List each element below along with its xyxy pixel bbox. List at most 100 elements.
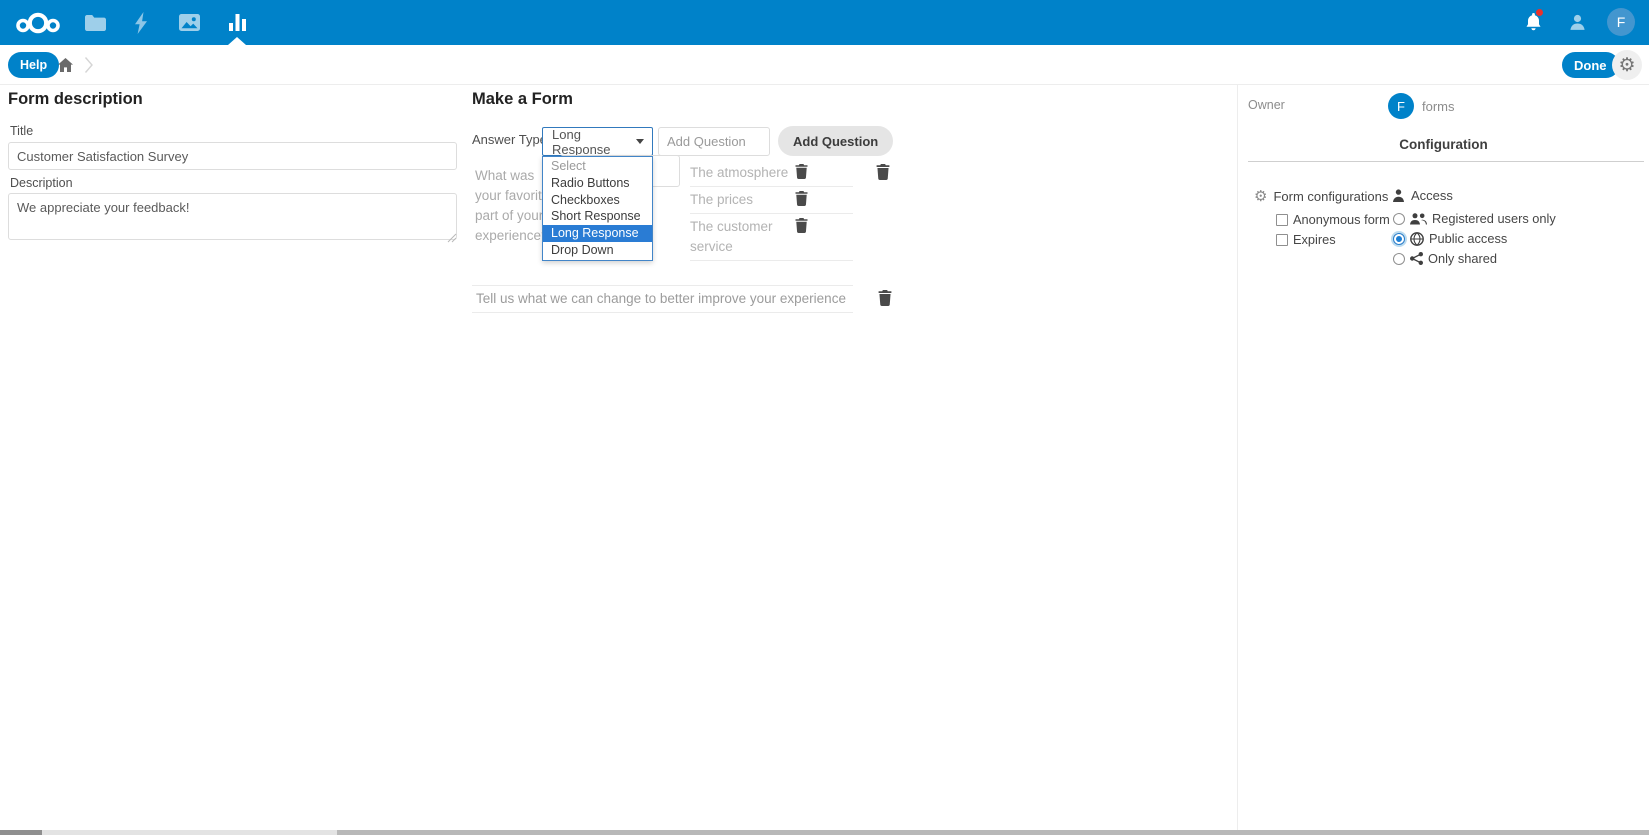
dropdown-option-drop-down[interactable]: Drop Down bbox=[543, 242, 652, 259]
question-2-row: Tell us what we can change to better imp… bbox=[472, 285, 853, 313]
registered-users-label: Registered users only bbox=[1432, 211, 1556, 226]
scrollbar-segment[interactable] bbox=[0, 830, 42, 835]
dropdown-option-radio-buttons[interactable]: Radio Buttons bbox=[543, 175, 652, 192]
person-icon bbox=[1392, 189, 1405, 202]
nextcloud-logo-icon bbox=[15, 10, 61, 36]
bar-chart-icon bbox=[229, 14, 246, 31]
public-access-label: Public access bbox=[1429, 231, 1507, 246]
breadcrumb-chevron-icon bbox=[84, 56, 94, 79]
settings-button[interactable]: ⚙ bbox=[1612, 50, 1642, 80]
owner-avatar-initial: F bbox=[1397, 99, 1405, 114]
form-description-textarea[interactable]: We appreciate your feedback! bbox=[8, 193, 457, 240]
answer-row: The customer service bbox=[690, 214, 853, 261]
user-avatar[interactable]: F bbox=[1607, 8, 1635, 36]
people-icon bbox=[1410, 213, 1427, 225]
access-label: Access bbox=[1411, 188, 1453, 203]
expires-checkbox[interactable] bbox=[1276, 234, 1288, 246]
access-header: Access bbox=[1392, 188, 1453, 203]
answer-text: The prices bbox=[690, 190, 792, 210]
trash-icon bbox=[795, 218, 808, 233]
lightning-icon bbox=[134, 12, 148, 34]
answer-text: The customer service bbox=[690, 217, 792, 257]
form-title-input[interactable] bbox=[8, 142, 457, 170]
notifications-button[interactable] bbox=[1520, 0, 1546, 45]
contacts-person-icon bbox=[1568, 13, 1587, 32]
trash-icon bbox=[876, 164, 890, 180]
configuration-heading: Configuration bbox=[1238, 137, 1649, 152]
contacts-menu-button[interactable] bbox=[1564, 0, 1590, 45]
divider bbox=[1248, 161, 1644, 162]
owner-name: forms bbox=[1422, 99, 1455, 114]
owner-avatar: F bbox=[1388, 93, 1414, 119]
help-button-label: Help bbox=[20, 58, 47, 72]
trash-icon bbox=[795, 191, 808, 206]
only-shared-radio[interactable] bbox=[1393, 253, 1405, 265]
public-access-radio[interactable] bbox=[1393, 233, 1405, 245]
done-button-label: Done bbox=[1574, 58, 1607, 73]
form-description-heading: Form description bbox=[8, 90, 143, 109]
answer-type-dropdown-list: Select Radio Buttons Checkboxes Short Re… bbox=[542, 156, 653, 261]
gear-icon: ⚙ bbox=[1254, 189, 1267, 204]
scrollbar-track bbox=[42, 830, 337, 835]
app-window: F Help Done ⚙ Form description Title Des… bbox=[0, 0, 1649, 835]
title-label: Title bbox=[10, 124, 33, 138]
breadcrumb-home-button[interactable] bbox=[58, 58, 73, 77]
answer-row: The atmosphere bbox=[690, 160, 853, 187]
answer-row: The prices bbox=[690, 187, 853, 214]
registered-users-radio[interactable] bbox=[1393, 213, 1405, 225]
textarea-resize-grip[interactable] bbox=[447, 230, 457, 248]
delete-question-1-button[interactable] bbox=[876, 164, 890, 180]
question-1-answers-list: The atmosphere The prices The customer s… bbox=[690, 160, 853, 261]
only-shared-option[interactable]: Only shared bbox=[1393, 251, 1497, 266]
app-activity[interactable] bbox=[129, 0, 153, 45]
active-app-indicator bbox=[228, 37, 246, 45]
answer-type-selected-value: Long Response bbox=[543, 127, 636, 157]
image-icon bbox=[179, 14, 200, 31]
form-configurations-label: Form configurations bbox=[1273, 189, 1388, 204]
add-question-button[interactable]: Add Question bbox=[778, 126, 893, 156]
registered-users-option[interactable]: Registered users only bbox=[1393, 211, 1556, 226]
question-2-text: Tell us what we can change to better imp… bbox=[476, 291, 846, 306]
description-label: Description bbox=[10, 176, 73, 190]
add-question-input[interactable] bbox=[658, 127, 770, 156]
app-files[interactable] bbox=[82, 0, 108, 45]
secondary-toolbar: Help Done ⚙ bbox=[0, 45, 1649, 85]
public-access-option[interactable]: Public access bbox=[1393, 231, 1507, 246]
form-configurations-header: ⚙ Form configurations bbox=[1254, 189, 1388, 204]
scrollbar-thumb[interactable] bbox=[337, 830, 1649, 835]
app-gallery[interactable] bbox=[176, 0, 202, 45]
dropdown-option-select[interactable]: Select bbox=[543, 158, 652, 175]
dropdown-option-checkboxes[interactable]: Checkboxes bbox=[543, 192, 652, 209]
answer-text: The atmosphere bbox=[690, 163, 792, 183]
nextcloud-logo[interactable] bbox=[12, 0, 64, 45]
anonymous-form-option[interactable]: Anonymous form bbox=[1276, 212, 1390, 227]
expires-label: Expires bbox=[1293, 232, 1336, 247]
globe-icon bbox=[1410, 232, 1424, 246]
horizontal-scrollbar bbox=[0, 830, 1649, 835]
anonymous-form-label: Anonymous form bbox=[1293, 212, 1390, 227]
make-a-form-heading: Make a Form bbox=[472, 90, 573, 109]
only-shared-label: Only shared bbox=[1428, 251, 1497, 266]
done-button[interactable]: Done bbox=[1562, 52, 1619, 78]
settings-sidebar: Owner F forms Configuration ⚙ Form confi… bbox=[1237, 85, 1649, 830]
user-avatar-initial: F bbox=[1617, 14, 1626, 30]
help-button[interactable]: Help bbox=[8, 52, 59, 78]
answer-type-select[interactable]: Long Response bbox=[542, 127, 653, 156]
share-icon bbox=[1410, 252, 1423, 265]
home-icon bbox=[58, 58, 73, 72]
delete-answer-button[interactable] bbox=[795, 218, 808, 233]
owner-label: Owner bbox=[1248, 98, 1285, 112]
delete-answer-button[interactable] bbox=[795, 164, 808, 179]
delete-question-2-button[interactable] bbox=[878, 290, 892, 306]
folder-icon bbox=[85, 15, 106, 31]
dropdown-option-short-response[interactable]: Short Response bbox=[543, 208, 652, 225]
notification-badge bbox=[1536, 9, 1543, 16]
gear-icon: ⚙ bbox=[1618, 54, 1635, 77]
top-navigation-bar: F bbox=[0, 0, 1649, 45]
expires-option[interactable]: Expires bbox=[1276, 232, 1336, 247]
anonymous-form-checkbox[interactable] bbox=[1276, 214, 1288, 226]
delete-answer-button[interactable] bbox=[795, 191, 808, 206]
trash-icon bbox=[878, 290, 892, 306]
answer-type-label: Answer Type: bbox=[472, 132, 551, 147]
dropdown-option-long-response[interactable]: Long Response bbox=[543, 225, 652, 242]
